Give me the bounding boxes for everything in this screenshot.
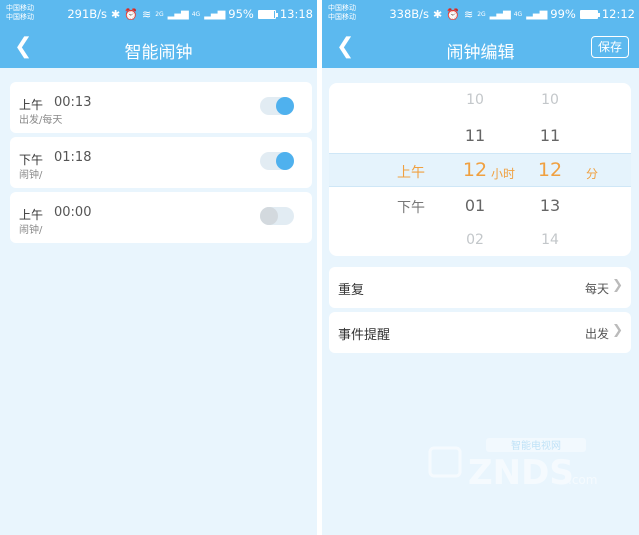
- picker-minute-option[interactable]: 13: [540, 196, 560, 215]
- save-button[interactable]: 保存: [591, 36, 629, 58]
- time-picker: 上午 下午 10 11 12 小时 01 02 10 11 12 分 13 14: [329, 83, 631, 256]
- header: 中国移动 中国移动 291B/s ✱ ⏰ ≋ 2G ▂▄▆ 4G ▂▄▆ 95%…: [0, 0, 317, 68]
- toggle-knob: [260, 207, 278, 225]
- wifi-icon: ≋: [141, 7, 152, 21]
- carrier-1: 中国移动: [6, 4, 34, 12]
- signal-icon-2: ▂▄▆: [526, 8, 547, 20]
- picker-ampm-selected[interactable]: 上午: [397, 162, 425, 182]
- chevron-right-icon: ❯: [612, 278, 623, 293]
- repeat-value: 每天: [584, 282, 609, 296]
- watermark-tagline: 智能电视网: [511, 439, 561, 452]
- signal-icon: ▂▄▆: [489, 8, 511, 20]
- carrier-label: 中国移动 中国移动: [328, 4, 356, 22]
- picker-hour-option[interactable]: 10: [466, 92, 484, 108]
- clock: 13:18: [279, 7, 313, 21]
- znds-watermark: 智能电视网 ZNDS .com: [428, 438, 597, 493]
- alarm-label: 闹钟/: [19, 170, 43, 181]
- alarm-toggle[interactable]: [260, 97, 294, 115]
- alarm-toggle[interactable]: [260, 207, 294, 225]
- network-tag: 2G: [155, 10, 164, 18]
- signal-icon-2: ▂▄▆: [204, 8, 225, 20]
- alarm-edit-screen: 中国移动 中国移动 338B/s ✱ ⏰ ≋ 2G ▂▄▆ 4G ▂▄▆ 99%…: [322, 0, 639, 535]
- nav-bar: ❮ 智能闹钟: [0, 28, 317, 68]
- picker-minute-unit: 分: [586, 167, 599, 181]
- alarm-item[interactable]: 下午 01:18 闹钟/: [10, 137, 312, 188]
- network-tag: 2G: [477, 10, 486, 18]
- alarm-time: 00:13: [54, 95, 92, 110]
- chevron-right-icon: ❯: [612, 323, 623, 338]
- signal-icon: ▂▄▆: [167, 8, 189, 20]
- picker-minute-option[interactable]: 10: [541, 92, 559, 108]
- network-speed: 291B/s: [67, 7, 108, 21]
- watermark-text: ZNDS: [468, 453, 574, 493]
- repeat-setting-row[interactable]: 重复 每天 ❯: [329, 267, 631, 308]
- carrier-2: 中国移动: [328, 13, 356, 21]
- battery-percent: 99%: [550, 7, 576, 21]
- page-title: 智能闹钟: [124, 43, 193, 63]
- picker-hour-option[interactable]: 11: [465, 126, 485, 145]
- bluetooth-icon: ✱: [111, 7, 121, 21]
- carrier-label: 中国移动 中国移动: [6, 4, 34, 22]
- picker-minute-option[interactable]: 14: [541, 232, 559, 248]
- status-bar: 中国移动 中国移动 338B/s ✱ ⏰ ≋ 2G ▂▄▆ 4G ▂▄▆ 99%…: [322, 0, 639, 28]
- battery-icon: [579, 9, 600, 19]
- tv-logo-icon: [428, 446, 462, 478]
- bluetooth-icon: ✱: [433, 7, 443, 21]
- alarm-time: 00:00: [54, 205, 92, 220]
- picker-hour-unit: 小时: [491, 167, 516, 181]
- toggle-knob: [276, 97, 294, 115]
- picker-hour-option[interactable]: 02: [466, 232, 484, 248]
- carrier-2: 中国移动: [6, 13, 34, 21]
- event-reminder-setting-row[interactable]: 事件提醒 出发 ❯: [329, 312, 631, 353]
- battery-fill: [258, 10, 275, 18]
- alarm-label: 出发/每天: [19, 115, 63, 126]
- toggle-knob: [276, 152, 294, 170]
- picker-minute-selected[interactable]: 12: [538, 159, 562, 181]
- status-indicators: 338B/s ✱ ⏰ ≋ 2G ▂▄▆ 4G ▂▄▆ 99% 12:12: [389, 7, 635, 21]
- network-speed: 338B/s: [389, 7, 430, 21]
- alarm-clock-icon: ⏰: [124, 7, 138, 21]
- battery-icon: [257, 9, 278, 19]
- event-reminder-label: 事件提醒: [338, 328, 391, 343]
- battery-percent: 95%: [228, 7, 254, 21]
- alarm-item[interactable]: 上午 00:00 闹钟/: [10, 192, 312, 243]
- alarm-toggle[interactable]: [260, 152, 294, 170]
- clock: 12:12: [601, 7, 635, 21]
- alarm-time: 01:18: [54, 150, 92, 165]
- carrier-1: 中国移动: [328, 4, 356, 12]
- alarm-clock-icon: ⏰: [446, 7, 460, 21]
- network-tag-2: 4G: [513, 10, 523, 18]
- picker-minute-option[interactable]: 11: [540, 126, 560, 145]
- picker-ampm-option[interactable]: 下午: [397, 197, 425, 217]
- event-reminder-value: 出发: [584, 327, 609, 341]
- status-indicators: 291B/s ✱ ⏰ ≋ 2G ▂▄▆ 4G ▂▄▆ 95% 13:18: [67, 7, 313, 21]
- battery-fill: [580, 10, 597, 18]
- header: 中国移动 中国移动 338B/s ✱ ⏰ ≋ 2G ▂▄▆ 4G ▂▄▆ 99%…: [322, 0, 639, 68]
- watermark-suffix: .com: [568, 473, 597, 487]
- alarm-list-screen: 中国移动 中国移动 291B/s ✱ ⏰ ≋ 2G ▂▄▆ 4G ▂▄▆ 95%…: [0, 0, 317, 535]
- wifi-icon: ≋: [463, 7, 474, 21]
- picker-hour-option[interactable]: 01: [465, 196, 485, 215]
- nav-bar: ❮ 闹钟编辑 保存: [322, 28, 639, 68]
- alarm-item[interactable]: 上午 00:13 出发/每天: [10, 82, 312, 133]
- status-bar: 中国移动 中国移动 291B/s ✱ ⏰ ≋ 2G ▂▄▆ 4G ▂▄▆ 95%…: [0, 0, 317, 28]
- alarm-label: 闹钟/: [19, 225, 43, 236]
- network-tag-2: 4G: [191, 10, 201, 18]
- repeat-label: 重复: [338, 283, 365, 298]
- picker-hour-selected[interactable]: 12: [463, 159, 487, 181]
